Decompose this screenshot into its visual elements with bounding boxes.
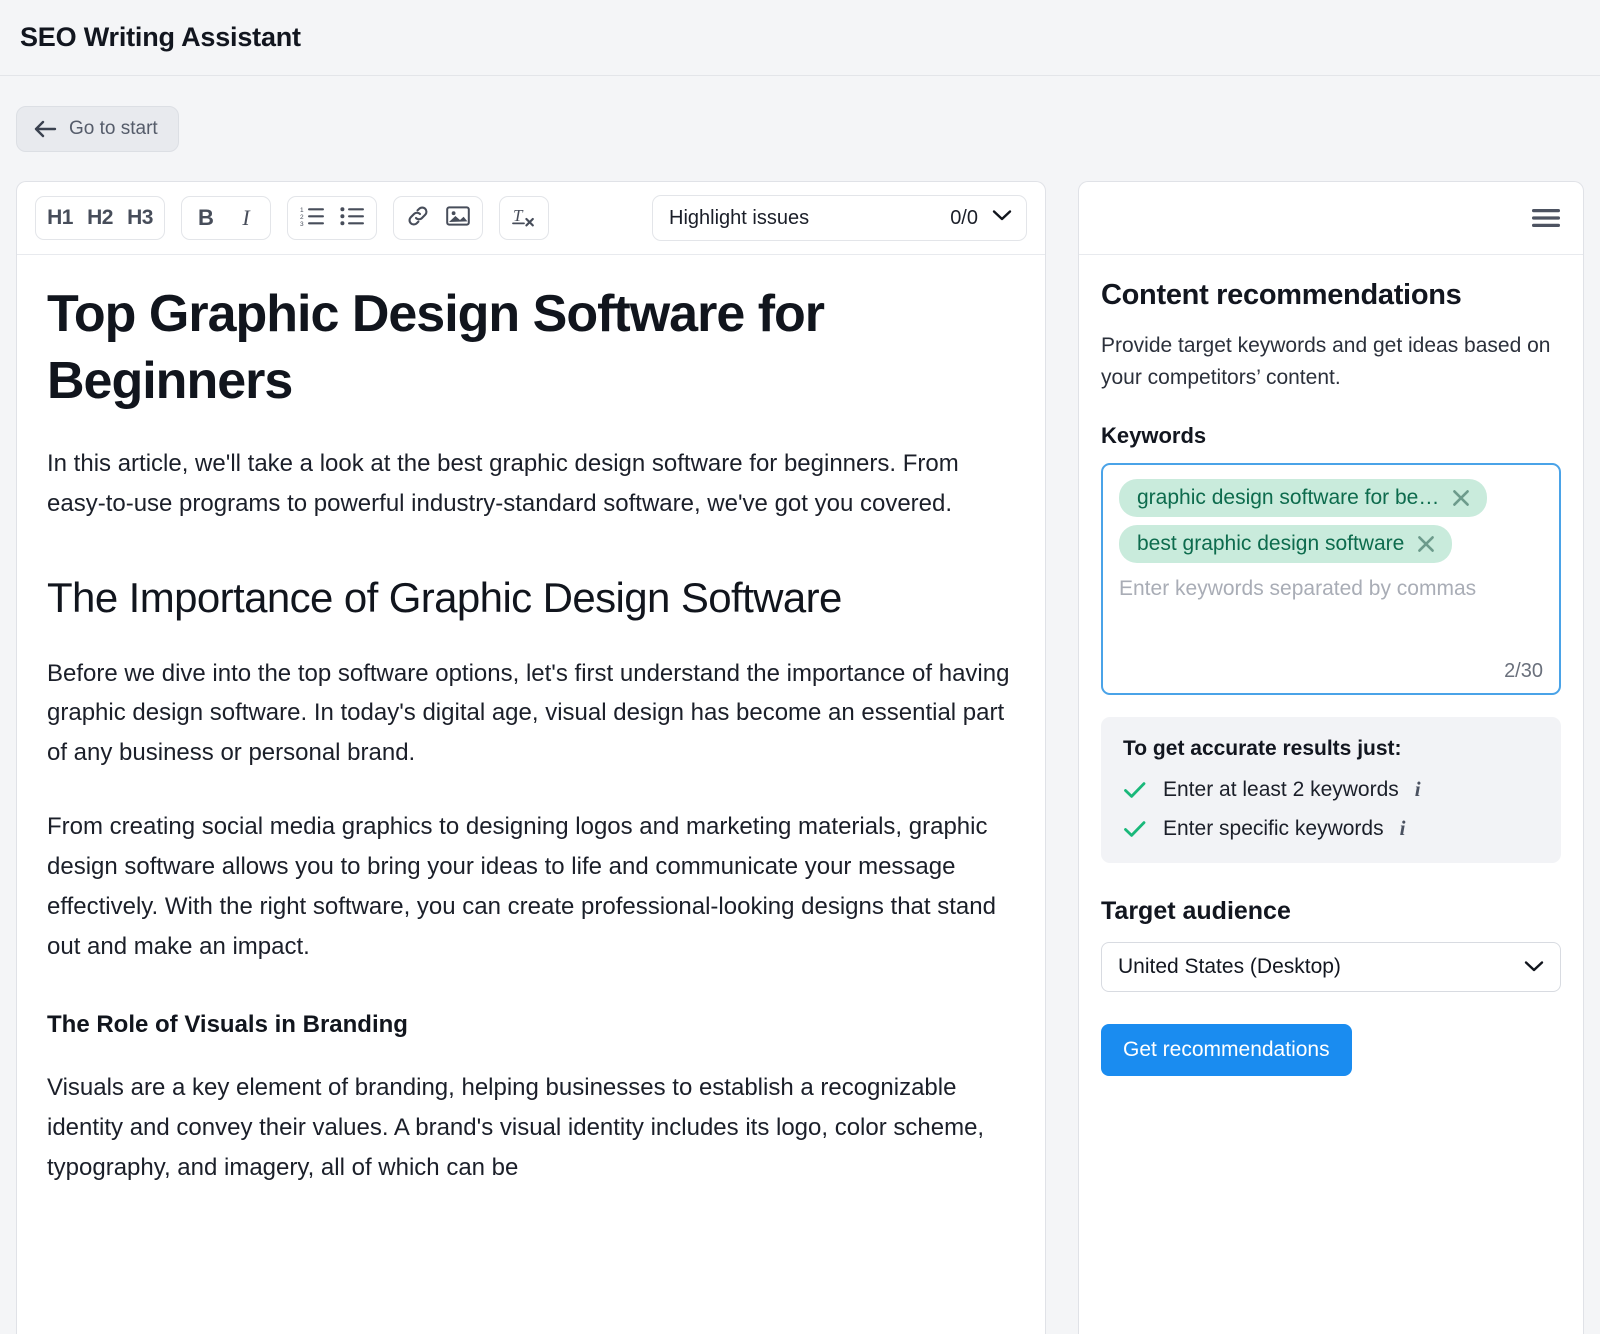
keywords-counter: 2/30 [1119, 650, 1543, 683]
document-h3: The Role of Visuals in Branding [47, 1008, 1015, 1042]
keyword-chip-list: graphic design software for be… best gra… [1119, 479, 1543, 563]
editor-toolbar: H1 H2 H3 B I [17, 182, 1045, 255]
chevron-down-icon [992, 209, 1012, 227]
svg-text:2: 2 [300, 214, 304, 221]
h2-label: H2 [87, 206, 113, 229]
get-recommendations-button[interactable]: Get recommendations [1101, 1024, 1352, 1076]
keywords-input[interactable]: graphic design software for be… best gra… [1101, 463, 1561, 695]
h3-label: H3 [127, 206, 153, 229]
sub-toolbar: Go to start [0, 76, 1600, 181]
target-audience-select[interactable]: United States (Desktop) [1101, 942, 1561, 992]
document-h1: Top Graphic Design Software for Beginner… [47, 281, 1015, 414]
arrow-left-icon [33, 119, 57, 139]
panel-header [1079, 182, 1583, 255]
go-to-start-button[interactable]: Go to start [16, 106, 179, 152]
bold-button[interactable]: B [186, 200, 226, 236]
page-title: SEO Writing Assistant [20, 22, 301, 53]
clear-formatting-icon: T [511, 204, 537, 233]
image-icon [446, 205, 470, 232]
info-icon[interactable]: i [1415, 777, 1421, 802]
keyword-chip[interactable]: best graphic design software [1119, 525, 1452, 563]
chevron-down-icon [1524, 955, 1544, 979]
editor-panel: H1 H2 H3 B I [16, 181, 1046, 1334]
highlight-issues-count: 0/0 [950, 207, 978, 230]
svg-text:T: T [513, 206, 524, 225]
document-paragraph: In this article, we'll take a look at th… [47, 444, 1015, 524]
heading-3-button[interactable]: H3 [120, 200, 160, 236]
document-paragraph: Visuals are a key element of branding, h… [47, 1068, 1015, 1187]
remove-keyword-icon[interactable] [1416, 534, 1436, 554]
text-style-tool-group: B I [181, 196, 271, 240]
unordered-list-icon [340, 205, 364, 232]
image-button[interactable] [438, 200, 478, 236]
document-fade-overlay [17, 1214, 1045, 1334]
keyword-chip[interactable]: graphic design software for be… [1119, 479, 1487, 517]
accuracy-tips-box: To get accurate results just: Enter at l… [1101, 717, 1561, 863]
heading-2-button[interactable]: H2 [80, 200, 120, 236]
document-h2: The Importance of Graphic Design Softwar… [47, 570, 1015, 626]
h1-label: H1 [47, 206, 73, 229]
ordered-list-icon: 1 2 3 [300, 205, 324, 232]
link-button[interactable] [398, 200, 438, 236]
panel-body: Content recommendations Provide target k… [1079, 255, 1583, 1076]
heading-tool-group: H1 H2 H3 [35, 196, 165, 240]
keywords-placeholder: Enter keywords separated by commas [1119, 577, 1543, 601]
go-to-start-label: Go to start [69, 118, 158, 140]
panel-title: Content recommendations [1101, 279, 1561, 312]
document-paragraph: From creating social media graphics to d… [47, 807, 1015, 966]
clear-formatting-button[interactable]: T [504, 200, 544, 236]
tip-label: Enter at least 2 keywords [1163, 778, 1399, 802]
remove-keyword-icon[interactable] [1451, 488, 1471, 508]
link-icon [406, 204, 430, 233]
highlight-issues-select[interactable]: Highlight issues 0/0 [652, 195, 1027, 241]
tip-item: Enter at least 2 keywords i [1123, 777, 1539, 802]
bold-label: B [198, 205, 214, 231]
keyword-chip-label: best graphic design software [1137, 532, 1404, 556]
italic-button[interactable]: I [226, 200, 266, 236]
unordered-list-button[interactable] [332, 200, 372, 236]
italic-label: I [242, 205, 249, 231]
highlight-issues-label: Highlight issues [669, 207, 809, 230]
keywords-label: Keywords [1101, 423, 1561, 449]
document-paragraph: Before we dive into the top software opt… [47, 654, 1015, 773]
tip-item: Enter specific keywords i [1123, 816, 1539, 841]
heading-1-button[interactable]: H1 [40, 200, 80, 236]
app-header: SEO Writing Assistant [0, 0, 1600, 76]
ordered-list-button[interactable]: 1 2 3 [292, 200, 332, 236]
insert-tool-group [393, 196, 483, 240]
panel-description: Provide target keywords and get ideas ba… [1101, 330, 1561, 393]
target-audience-label: Target audience [1101, 897, 1561, 926]
document-editor[interactable]: Top Graphic Design Software for Beginner… [17, 255, 1045, 1334]
main-content: H1 H2 H3 B I [0, 181, 1600, 1334]
recommendations-panel: Content recommendations Provide target k… [1078, 181, 1584, 1334]
tip-label: Enter specific keywords [1163, 817, 1384, 841]
svg-text:1: 1 [300, 207, 304, 214]
clear-format-tool-group: T [499, 196, 549, 240]
keyword-chip-label: graphic design software for be… [1137, 486, 1439, 510]
hamburger-menu-icon[interactable] [1531, 207, 1561, 229]
info-icon[interactable]: i [1400, 816, 1406, 841]
accuracy-tips-title: To get accurate results just: [1123, 737, 1539, 761]
list-tool-group: 1 2 3 [287, 196, 377, 240]
check-icon [1123, 780, 1147, 800]
target-audience-value: United States (Desktop) [1118, 955, 1341, 979]
check-icon [1123, 819, 1147, 839]
highlight-issues-right: 0/0 [950, 207, 1012, 230]
svg-text:3: 3 [300, 221, 304, 227]
